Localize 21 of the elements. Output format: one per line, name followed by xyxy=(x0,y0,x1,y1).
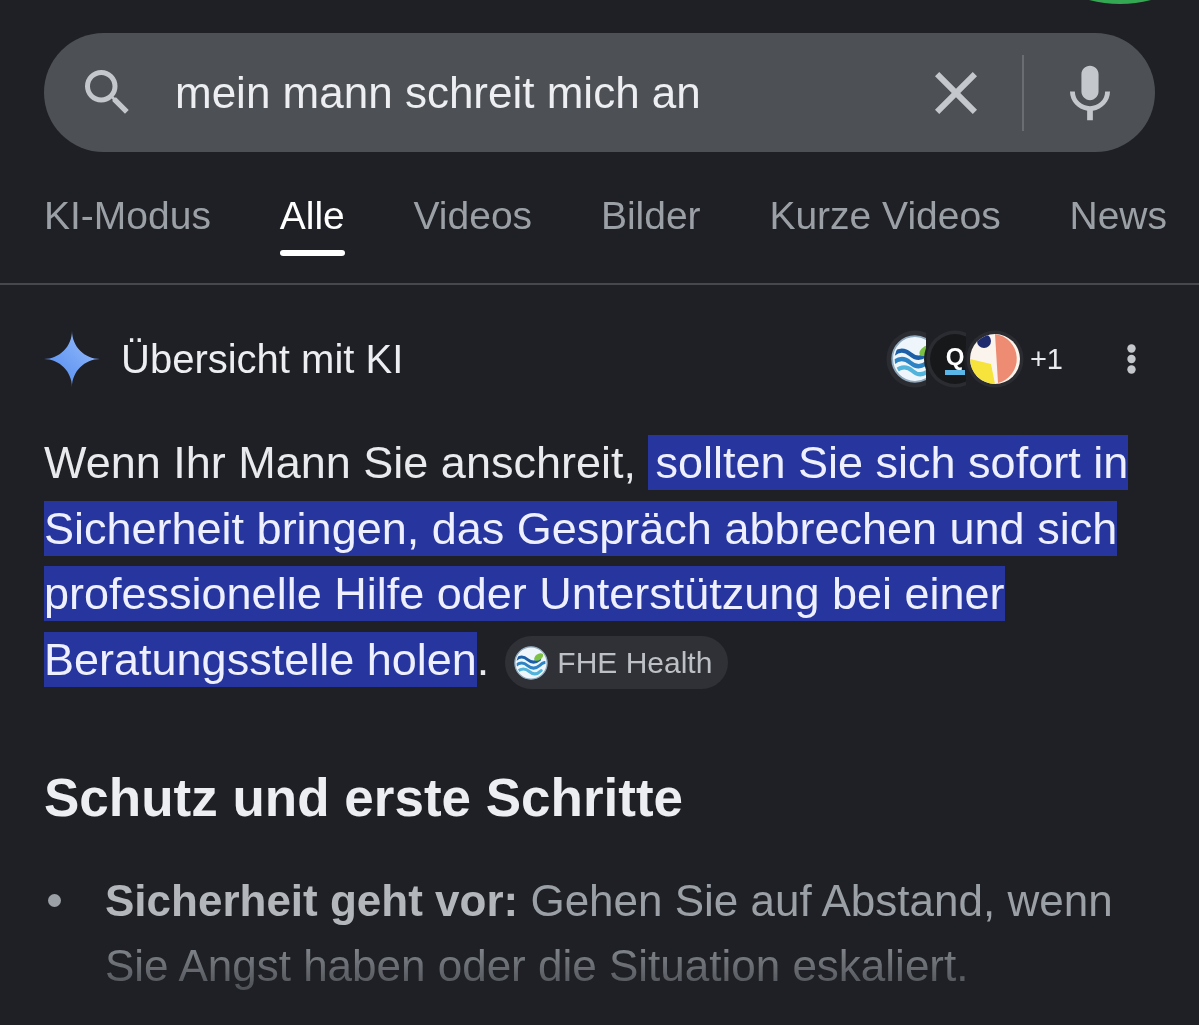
source-logo-icon[interactable] xyxy=(965,330,1024,388)
tab[interactable]: Bilder xyxy=(600,194,701,238)
clear-icon[interactable] xyxy=(935,71,977,114)
tab[interactable]: News xyxy=(1069,194,1167,238)
search-bar[interactable]: mein mann schreit mich an xyxy=(44,33,1155,152)
tab[interactable]: KI-Modus xyxy=(44,194,211,238)
section-heading: Schutz und erste Schritte xyxy=(44,770,685,826)
tab[interactable]: Alle xyxy=(279,194,345,256)
more-sources-count[interactable]: +1 xyxy=(1029,341,1063,377)
source-chip[interactable]: FHE Health xyxy=(505,636,729,690)
circle-edge-icon xyxy=(1089,0,1151,4)
bullet-icon xyxy=(48,894,61,907)
search-field[interactable]: mein mann schreit mich an xyxy=(175,64,935,121)
tab[interactable]: Videos xyxy=(413,194,533,238)
more-options-icon[interactable] xyxy=(1127,344,1136,374)
tab[interactable]: Kurze Videos xyxy=(769,194,1001,238)
search-icon xyxy=(85,70,130,115)
microphone-icon[interactable] xyxy=(1070,64,1110,121)
bullet-text: Sicherheit geht vor: Gehen Sie auf Abstand, wenn Sie Angst haben oder die Situation eskaliert. xyxy=(105,875,1114,992)
chip-logo-icon xyxy=(514,645,549,680)
overview-title: Übersicht mit KI xyxy=(121,336,404,383)
